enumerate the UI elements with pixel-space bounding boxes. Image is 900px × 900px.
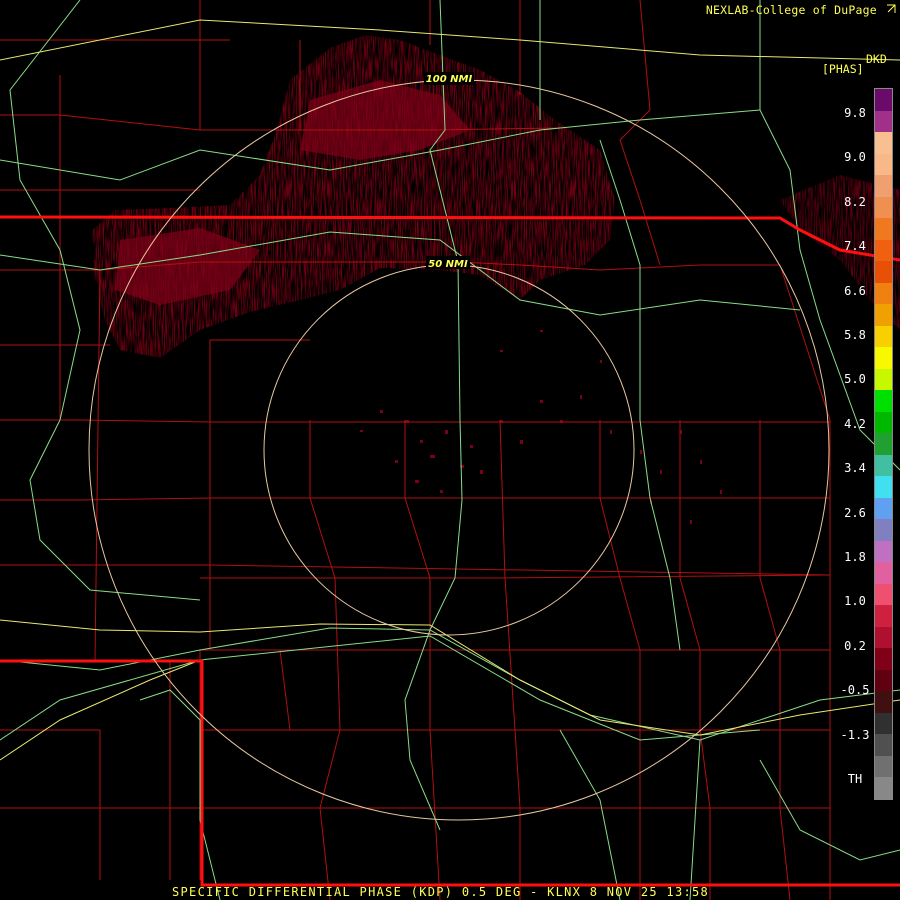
colorbar-segment [875, 304, 892, 326]
legend-product-code: DKD [866, 52, 887, 66]
legend-label: 4.2 [844, 416, 866, 431]
colorbar-segment [875, 669, 892, 691]
range-ring-100-label: 100 NMI [426, 74, 473, 85]
colorbar-segment [875, 368, 892, 390]
colorbar-segment [875, 89, 892, 111]
legend-label: 2.6 [844, 505, 866, 520]
speckle-clutter [360, 330, 722, 524]
colorbar-segment [875, 691, 892, 713]
colorbar-segment [875, 175, 892, 197]
colorbar-segment [875, 648, 892, 670]
colorbar-segment [875, 325, 892, 347]
legend-label: 1.8 [844, 550, 866, 564]
colorbar-segment [875, 712, 892, 734]
credit-label: NEXLAB-College of DuPage [705, 3, 877, 17]
colorbar-segment [875, 476, 892, 498]
colorbar-segment [875, 347, 892, 369]
range-ring-50-label: 50 NMI [428, 259, 468, 270]
legend-label: 9.0 [844, 150, 866, 165]
colorbar-segment [875, 540, 892, 562]
legend-label: 6.6 [844, 283, 866, 298]
colorbar-segment [875, 153, 892, 175]
colorbar-segment [875, 196, 892, 218]
precip-echo [92, 35, 900, 358]
legend-label: 3.4 [844, 461, 866, 476]
legend-units: [PHAS] [822, 62, 864, 76]
colorbar-segment [875, 261, 892, 283]
colorbar-segment [875, 777, 892, 799]
legend-label: 9.8 [844, 106, 866, 120]
colorbar-segment [875, 110, 892, 132]
colorbar-segment [875, 218, 892, 240]
legend-colorbar [874, 88, 893, 800]
colorbar-segment [875, 411, 892, 433]
colorbar-segment [875, 132, 892, 154]
legend-label: TH [847, 772, 863, 786]
product-caption: SPECIFIC DIFFERENTIAL PHASE (KDP) 0.5 DE… [172, 885, 710, 899]
radar-map: 50 NMI 100 NMI [0, 0, 900, 900]
legend-label: 5.8 [844, 328, 866, 342]
legend-label: 8.2 [844, 194, 866, 209]
legend-label: 1.0 [844, 594, 866, 609]
credit-text: NEXLAB-College of DuPage [706, 3, 896, 17]
colorbar-segment [875, 390, 892, 412]
legend-label: 0.2 [844, 638, 866, 653]
colorbar-segment [875, 626, 892, 648]
colorbar-segment [875, 583, 892, 605]
colorbar-segment [875, 562, 892, 584]
range-ring-50 [263, 264, 635, 636]
colorbar-segment [875, 734, 892, 756]
colorbar-segment [875, 755, 892, 777]
colorbar-segment [875, 497, 892, 519]
colorbar-segment [875, 454, 892, 476]
external-link-icon[interactable] [886, 3, 896, 17]
legend-label: -1.3 [840, 727, 870, 742]
colorbar-segment [875, 605, 892, 627]
legend-label: 7.4 [844, 239, 866, 254]
colorbar-segment [875, 282, 892, 304]
legend-label: 5.0 [844, 372, 866, 387]
colorbar-segment [875, 433, 892, 455]
legend-label: -0.5 [840, 683, 870, 698]
colorbar-segment [875, 519, 892, 541]
colorbar-segment [875, 239, 892, 261]
